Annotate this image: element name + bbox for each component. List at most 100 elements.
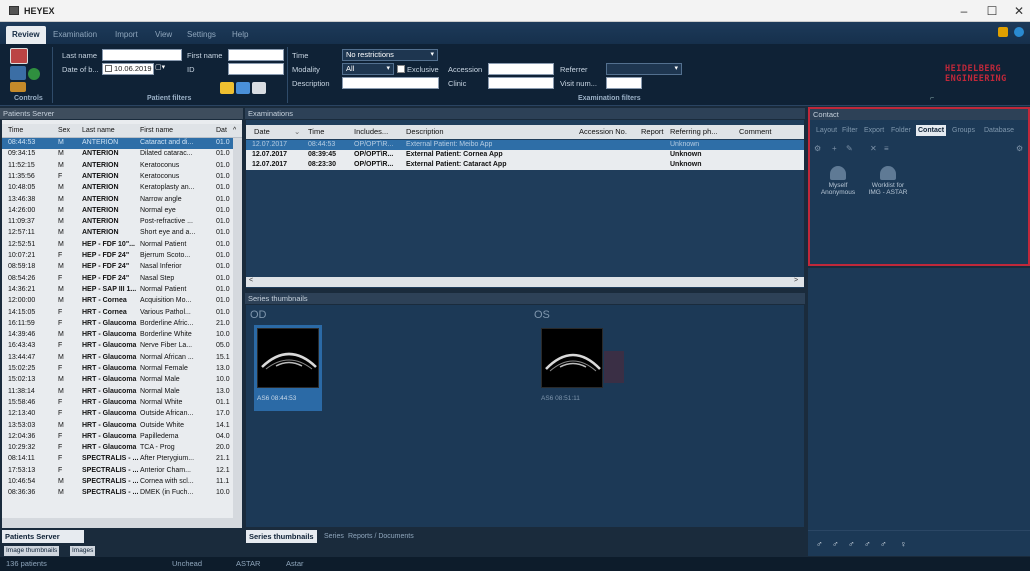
table-row[interactable]: 08:14:11 F SPECTRALIS - ... After Pterygium… xyxy=(2,454,233,465)
folder-icon[interactable] xyxy=(10,82,26,92)
help-icon[interactable] xyxy=(1014,27,1024,37)
scroll-right-icon[interactable]: > xyxy=(794,277,798,284)
edit-contact-icon[interactable]: ✎ xyxy=(846,144,853,153)
table-row[interactable]: 15:02:13 M HRT - Glaucoma Normal Male 10.0 xyxy=(2,375,233,386)
table-row[interactable]: 08:36:36 M SPECTRALIS - ... DMEK (in Fuch..… xyxy=(2,488,233,499)
table-row[interactable]: 14:36:21 M HEP - SAP III 1... Normal Patien… xyxy=(2,285,233,296)
remove-contact-icon[interactable]: ✕ xyxy=(870,144,877,153)
table-row[interactable]: 12:57:11 M ANTERION Short eye and a... 01.0 xyxy=(2,228,233,239)
table-row[interactable]: 14:15:05 F HRT - Cornea Various Pathol... 01… xyxy=(2,308,233,319)
last-name-field[interactable] xyxy=(102,49,182,61)
contact-item-worklist[interactable]: Worklist for IMG - ASTAR xyxy=(862,166,914,206)
exclusive-checkbox[interactable] xyxy=(397,65,405,73)
user-icon[interactable] xyxy=(998,27,1008,37)
table-row[interactable]: 10:29:32 F HRT - Glaucoma TCA - Prog 20.0 xyxy=(2,443,233,454)
tool-icon-4[interactable]: ♂ xyxy=(864,539,871,549)
tool-icon-1[interactable]: ♂ xyxy=(816,539,823,549)
col-last-name[interactable]: Last name xyxy=(82,124,115,138)
table-row[interactable]: 09:34:15 M ANTERION Dilated catarac... 01.0 xyxy=(2,149,233,160)
table-row[interactable]: 11:09:37 M ANTERION Post-refractive ... 01.0 xyxy=(2,217,233,228)
add-contact-icon[interactable]: + xyxy=(832,144,837,153)
col-date[interactable]: Date xyxy=(254,125,270,139)
tool-icon-5[interactable]: ♂ xyxy=(880,539,887,549)
tab-export[interactable]: Export xyxy=(862,125,886,136)
menu-help[interactable]: Help xyxy=(226,26,254,44)
tab-folder[interactable]: Folder xyxy=(889,125,913,136)
col-date[interactable]: Dat xyxy=(216,124,227,138)
tool-icon-2[interactable]: ♂ xyxy=(832,539,839,549)
table-row[interactable]: 13:46:38 M ANTERION Narrow angle 01.0 xyxy=(2,195,233,206)
col-report[interactable]: Report xyxy=(641,125,664,139)
tool-icon-6[interactable]: ♀ xyxy=(900,539,907,549)
col-referring[interactable]: Referring ph... xyxy=(670,125,718,139)
minimize-icon[interactable]: – xyxy=(955,3,973,19)
refresh-icon[interactable] xyxy=(28,68,40,80)
col-includes[interactable]: Includes... xyxy=(354,125,388,139)
menu-settings[interactable]: Settings xyxy=(181,26,222,44)
patients-scrollbar[interactable] xyxy=(233,138,242,518)
col-sex[interactable]: Sex xyxy=(58,124,70,138)
table-row[interactable]: 12.07.2017 08:23:30 OP/OPT\R... External Pa… xyxy=(246,160,804,170)
clinic-field[interactable] xyxy=(488,77,554,89)
clear-filter-icon[interactable] xyxy=(252,82,266,94)
tab-filter[interactable]: Filter xyxy=(840,125,860,136)
table-row[interactable]: 11:38:14 M HRT - Glaucoma Normal Male 13.0 xyxy=(2,387,233,398)
sort-up-icon[interactable]: ^ xyxy=(233,124,236,138)
tab-series-thumbnails[interactable]: Series thumbnails xyxy=(246,530,317,543)
table-row[interactable]: 08:54:26 F HEP - FDF 24" Nasal Step 01.0 xyxy=(2,274,233,285)
tab-images[interactable]: Images xyxy=(70,546,96,556)
expand-ribbon-icon[interactable]: ⌐ xyxy=(930,95,934,102)
table-row[interactable]: 11:52:15 M ANTERION Keratoconus 01.0 xyxy=(2,161,233,172)
table-row[interactable]: 11:35:56 F ANTERION Keratoconus 01.0 xyxy=(2,172,233,183)
table-row[interactable]: 17:53:13 F SPECTRALIS - ... Anterior Cham..… xyxy=(2,466,233,477)
id-field[interactable] xyxy=(228,63,284,75)
referrer-select[interactable]: ▾ xyxy=(606,63,682,75)
col-description[interactable]: Description xyxy=(406,125,444,139)
first-name-field[interactable] xyxy=(228,49,284,61)
tab-groups[interactable]: Groups xyxy=(950,125,977,136)
table-row[interactable]: 16:11:59 F HRT - Glaucoma Borderline Afric.… xyxy=(2,319,233,330)
col-time[interactable]: Time xyxy=(308,125,324,139)
table-row[interactable]: 08:59:18 M HEP - FDF 24" Nasal Inferior 01.0 xyxy=(2,262,233,273)
col-time[interactable]: Time xyxy=(8,124,23,138)
table-row[interactable]: 13:44:47 M HRT - Glaucoma Normal African ..… xyxy=(2,353,233,364)
table-row[interactable]: 12:04:36 F HRT - Glaucoma Papilledema 04.0 xyxy=(2,432,233,443)
col-accession[interactable]: Accession No. xyxy=(579,125,627,139)
table-row[interactable]: 15:58:46 F HRT - Glaucoma Normal White 01.1 xyxy=(2,398,233,409)
contact-tool-icon[interactable]: ⚙ xyxy=(814,144,821,153)
table-row[interactable]: 10:48:05 M ANTERION Keratoplasty an... 01.0 xyxy=(2,183,233,194)
tab-contact[interactable]: Contact xyxy=(916,125,947,136)
menu-examination[interactable]: Examination xyxy=(47,26,103,44)
modality-select[interactable]: All ▾ xyxy=(342,63,394,75)
close-icon[interactable]: ✕ xyxy=(1010,3,1028,19)
table-row[interactable]: 08:44:53 M ANTERION Cataract and di... 01.0 xyxy=(2,138,233,149)
maximize-icon[interactable]: ☐ xyxy=(983,3,1001,19)
contact-item-myself[interactable]: Myself Anonymous xyxy=(818,166,858,206)
table-row[interactable]: 10:07:21 F HEP - FDF 24" Bjerrum Scoto... 01… xyxy=(2,251,233,262)
tab-series[interactable]: Series xyxy=(322,530,346,543)
table-row[interactable]: 15:02:25 F HRT - Glaucoma Normal Female 13.0 xyxy=(2,364,233,375)
table-row[interactable]: 13:53:03 M HRT - Glaucoma Outside White 14.1 xyxy=(2,421,233,432)
tool-icon-3[interactable]: ♂ xyxy=(848,539,855,549)
patient-icon[interactable] xyxy=(10,48,28,64)
filter-icon[interactable] xyxy=(220,82,234,94)
contact-list-icon[interactable]: ≡ xyxy=(884,144,889,153)
visit-number-field[interactable] xyxy=(606,77,642,89)
patients-h-scrollbar[interactable] xyxy=(2,518,242,528)
tab-patients-server[interactable]: Patients Server xyxy=(2,530,84,543)
col-comment[interactable]: Comment xyxy=(739,125,772,139)
tab-layout[interactable]: Layout xyxy=(814,125,839,136)
description-field[interactable] xyxy=(342,77,439,89)
table-row[interactable]: 10:46:54 M SPECTRALIS - ... Cornea with scl… xyxy=(2,477,233,488)
menu-view[interactable]: View xyxy=(149,26,178,44)
table-row[interactable]: 12.07.2017 08:44:53 OP/OPT\R... External Pa… xyxy=(246,140,804,150)
menu-import[interactable]: Import xyxy=(109,26,144,44)
table-row[interactable]: 12:00:00 M HRT - Cornea Acquisition Mo... 01… xyxy=(2,296,233,307)
dob-field[interactable]: 10.06.2019 xyxy=(102,63,154,75)
calendar-dropdown-icon[interactable]: ▢▾ xyxy=(155,63,167,75)
table-row[interactable]: 12:13:40 F HRT - Glaucoma Outside African..… xyxy=(2,409,233,420)
search-icon[interactable] xyxy=(236,82,250,94)
time-select[interactable]: No restrictions ▾ xyxy=(342,49,438,61)
col-first-name[interactable]: First name xyxy=(140,124,173,138)
menu-review[interactable]: Review xyxy=(6,26,46,44)
